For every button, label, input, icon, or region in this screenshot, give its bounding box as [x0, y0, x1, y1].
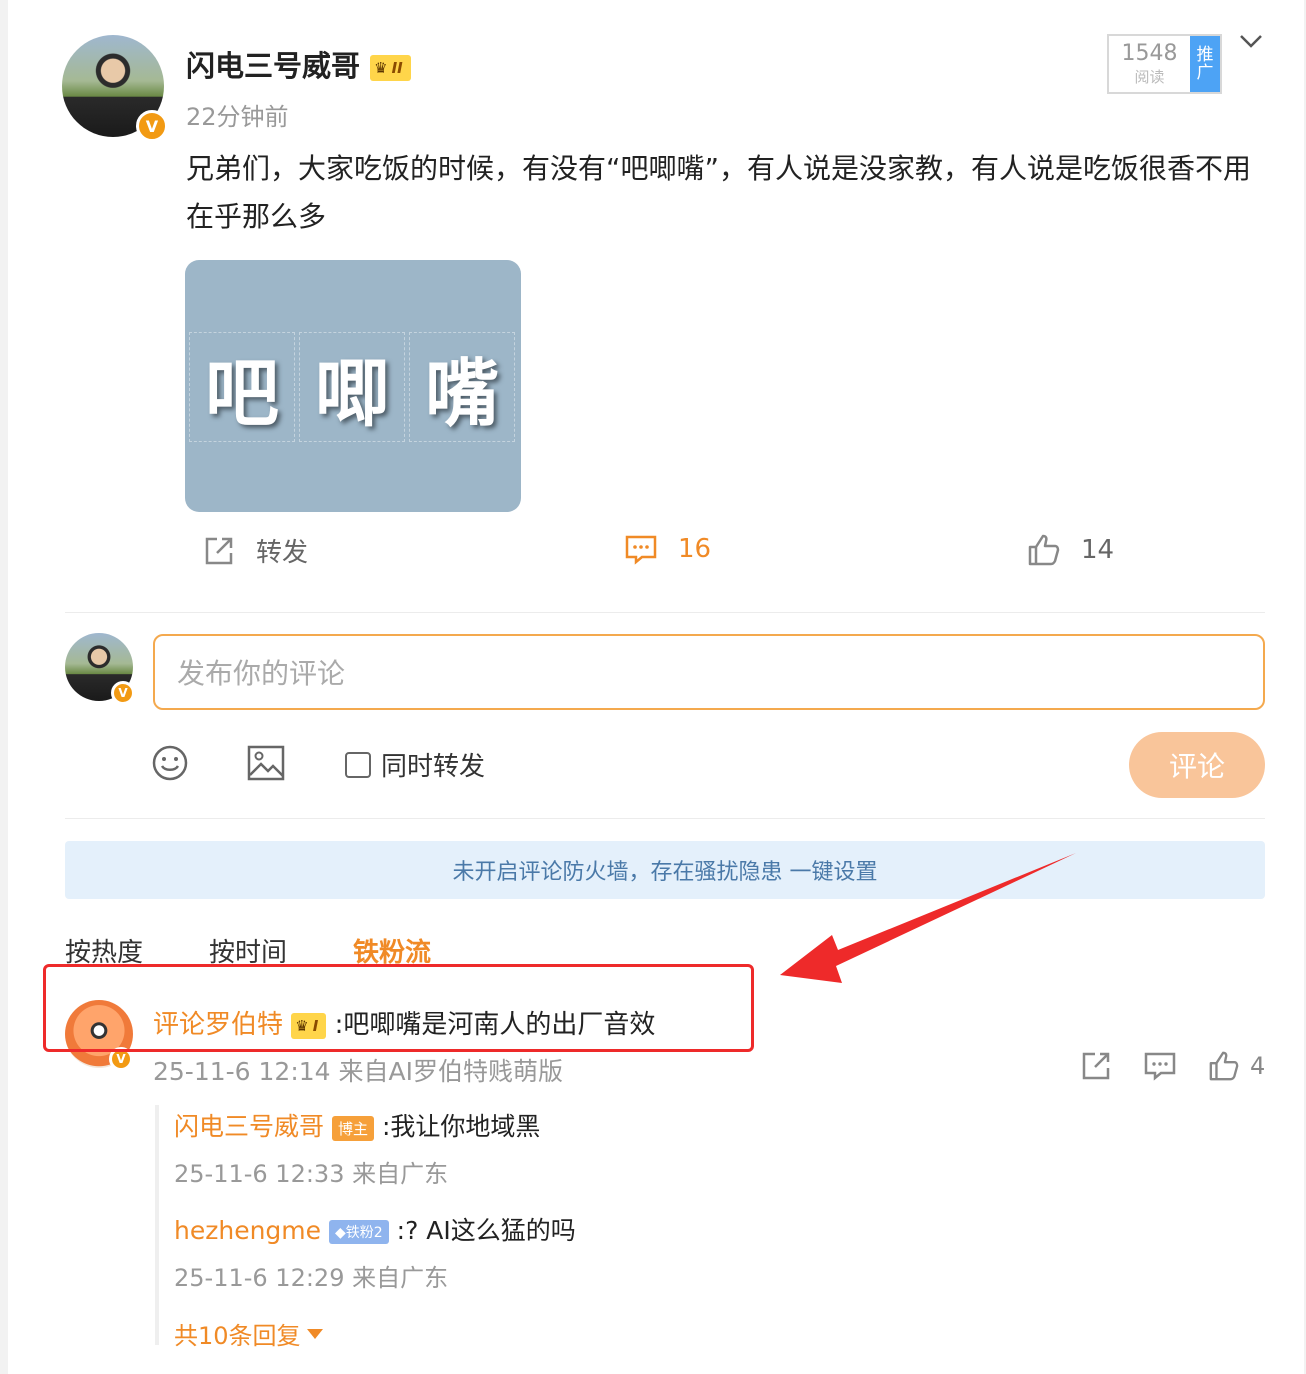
read-count-label: 阅读	[1134, 68, 1165, 86]
comment-icon	[625, 535, 657, 565]
chevron-down-icon[interactable]	[1236, 30, 1266, 58]
reply-text: :我让你地域黑	[381, 1112, 541, 1141]
also-forward-option[interactable]: 同时转发	[345, 746, 485, 783]
fan-tag-text: 铁粉2	[345, 1225, 383, 1241]
level-text: II	[391, 59, 403, 77]
also-forward-checkbox[interactable]	[345, 751, 371, 778]
thumbs-up-icon	[1209, 1051, 1239, 1081]
comment-like-button[interactable]: 4	[1208, 1050, 1265, 1082]
emoji-icon[interactable]	[151, 744, 189, 786]
like-button[interactable]: 14	[1027, 533, 1114, 567]
reply-text: :? AI这么猛的吗	[396, 1216, 576, 1245]
read-count-value: 1548	[1121, 41, 1178, 66]
comment-like-count: 4	[1250, 1052, 1266, 1080]
post-card: V 闪电三号威哥 ♛ II 22分钟前 1548 阅读 推广 兄弟们，大家吃饭的时…	[8, 0, 1304, 1374]
comment-meta: 25-11-6 12:14 来自AI罗伯特贱萌版	[153, 1057, 563, 1086]
forward-button[interactable]: 转发	[202, 532, 308, 569]
like-count: 14	[1081, 535, 1115, 565]
fan-tag: ◆铁粉2	[328, 1220, 389, 1244]
reply-author[interactable]: 闪电三号威哥	[174, 1112, 324, 1141]
reply-line: 闪电三号威哥 博主 :我让你地域黑	[174, 1107, 540, 1143]
post-time: 22分钟前	[186, 103, 289, 131]
forward-label: 转发	[256, 538, 309, 568]
image-upload-icon[interactable]	[247, 745, 285, 785]
post-text: 兄弟们，大家吃饭的时候，有没有“吧唧嘴”，有人说是没家教，有人说是吃饭很香不用在…	[186, 152, 1252, 233]
author-header: 闪电三号威哥 ♛ II	[186, 43, 411, 85]
blogger-tag: 博主	[331, 1115, 374, 1141]
verified-badge-icon: V	[111, 681, 135, 705]
more-replies-label: 共10条回复	[174, 1322, 301, 1350]
comment-count: 16	[678, 534, 712, 564]
also-forward-label: 同时转发	[381, 752, 486, 782]
caret-down-icon	[306, 1328, 323, 1339]
reply-meta: 25-11-6 12:33 来自广东	[174, 1160, 449, 1188]
reply-line: hezhengme ◆铁粉2 :? AI这么猛的吗	[174, 1211, 576, 1247]
verified-badge-icon: V	[136, 110, 168, 142]
replies-rail	[155, 1105, 159, 1345]
image-char: 嘴	[409, 332, 515, 442]
submit-comment-button[interactable]: 评论	[1129, 732, 1265, 798]
comment-button[interactable]: 16	[624, 532, 711, 566]
share-icon[interactable]	[1080, 1050, 1114, 1082]
diamond-icon: ◆	[334, 1225, 346, 1241]
reply-author[interactable]: hezhengme	[174, 1216, 321, 1245]
image-char: 唧	[299, 332, 405, 442]
annotation-arrow	[780, 853, 1076, 983]
share-icon	[205, 537, 233, 564]
read-count-box[interactable]: 1548 阅读 推广	[1107, 34, 1222, 94]
read-count: 1548 阅读	[1109, 36, 1190, 92]
image-char: 吧	[189, 332, 295, 442]
more-replies-link[interactable]: 共10条回复	[174, 1316, 323, 1351]
thumbs-up-icon	[1028, 534, 1060, 566]
divider	[65, 818, 1265, 819]
comment-icon[interactable]	[1143, 1050, 1177, 1082]
comment-input[interactable]: 发布你的评论	[153, 634, 1265, 710]
reply-meta: 25-11-6 12:29 来自广东	[174, 1264, 449, 1292]
promote-tag[interactable]: 推广	[1190, 36, 1220, 92]
highlight-box	[43, 964, 754, 1052]
post-image[interactable]: 吧 唧 嘴	[185, 260, 521, 512]
level-crown-icon: ♛ II	[370, 55, 411, 81]
divider	[65, 612, 1265, 613]
author-name[interactable]: 闪电三号威哥	[186, 49, 360, 83]
